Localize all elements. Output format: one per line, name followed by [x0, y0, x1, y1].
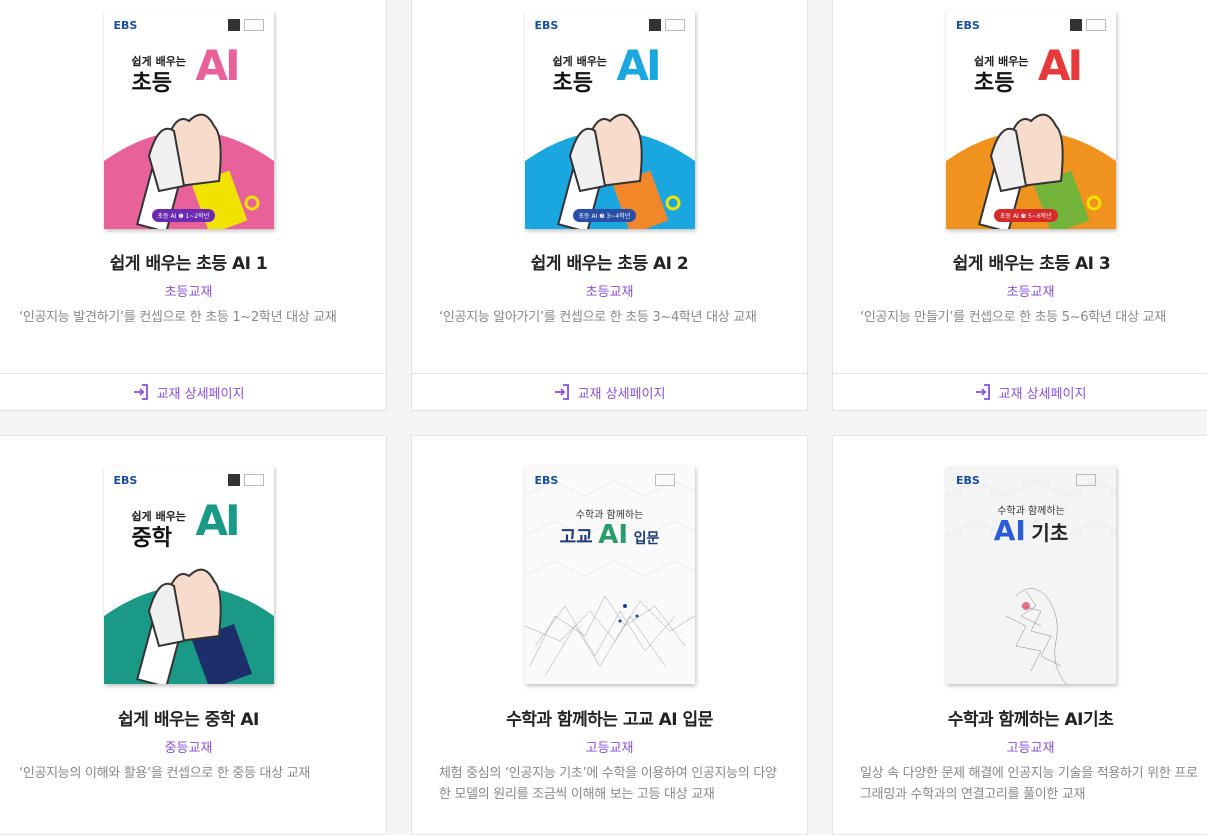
login-arrow-icon	[554, 384, 569, 400]
login-arrow-icon	[133, 384, 148, 400]
book-category: 초등교재	[164, 285, 213, 300]
book-category: 고등교재	[1006, 741, 1055, 756]
book-cover-image[interactable]: EBS 쉽게 배우는 초등 AI 초등 AI ❸ 5~6학년	[946, 11, 1116, 229]
qr-code-icon	[227, 19, 240, 31]
book-title[interactable]: 쉽게 배우는 초등 AI 2	[412, 249, 807, 274]
badge-icon	[243, 474, 264, 486]
cover-level: 고교	[559, 527, 593, 548]
book-category: 초등교재	[1006, 285, 1055, 300]
cover-title: AI 기초	[946, 514, 1116, 547]
badge-icon	[1086, 19, 1106, 31]
book-title[interactable]: 쉽게 배우는 초등 AI 1	[0, 249, 386, 274]
cover-grade-badge: 초등 AI ❷ 3~4학년	[572, 209, 637, 222]
cover-level: 중학	[131, 526, 172, 551]
book-description: ‘인공지능 발견하기’를 컨셉으로 한 초등 1~2학년 대상 교재	[19, 310, 337, 325]
book-description: ‘인공지능 만들기’를 컨셉으로 한 초등 5~6학년 대상 교재	[860, 310, 1166, 325]
book-description: ‘인공지능 알아가기’를 컨셉으로 한 초등 3~4학년 대상 교재	[439, 310, 757, 325]
book-cover-image[interactable]: EBS 수학과 함께하는 AI 기초	[946, 466, 1116, 684]
book-card-elem-ai-1[interactable]: EBS 쉽게 배우는 초등 AI 초등 AI ❶ 1~2학년 쉽게 배우는 초등…	[0, 0, 387, 411]
cover-ai: AI	[993, 514, 1026, 547]
cover-suffix: 입문	[633, 531, 660, 547]
qr-code-icon	[227, 474, 240, 486]
book-title[interactable]: 수학과 함께하는 고교 AI 입문	[412, 705, 807, 730]
cover-illustration	[103, 11, 274, 229]
cover-title: 고교 AI 입문	[525, 520, 695, 550]
cover-level: 초등	[974, 71, 1015, 96]
badge-icon	[243, 19, 264, 31]
book-card-elem-ai-2[interactable]: EBS 쉽게 배우는 초등 AI 초등 AI ❷ 3~4학년 쉽게 배우는 초등…	[411, 0, 808, 411]
detail-page-link[interactable]: 교재 상세페이지	[412, 373, 807, 410]
badge-icon	[1076, 474, 1096, 486]
publisher-logo: EBS	[113, 474, 138, 487]
qr-code-icon	[1070, 19, 1082, 31]
cover-illustration	[946, 466, 1116, 684]
cover-ai: AI	[195, 496, 241, 545]
book-title[interactable]: 수학과 함께하는 AI기초	[833, 705, 1207, 730]
book-card-ai-basics[interactable]: EBS 수학과 함께하는 AI 기초 수학과 함께하는 AI기초 고등교재 일상…	[832, 435, 1207, 835]
cover-ai: AI	[616, 41, 662, 90]
cover-level: 초등	[131, 71, 172, 96]
book-category: 고등교재	[585, 741, 634, 756]
book-description: 일상 속 다양한 문제 해결에 인공지능 기술을 적용하기 위한 프로그래밍과 …	[860, 766, 1198, 802]
cover-grade-badge: 초등 AI ❶ 1~2학년	[151, 209, 216, 222]
detail-page-link-label: 교재 상세페이지	[156, 386, 245, 402]
cover-illustration	[103, 466, 274, 684]
book-card-middle-ai[interactable]: EBS 쉽게 배우는 중학 AI 쉽게 배우는 중학 AI 중등교재 ‘인공지능…	[0, 435, 387, 835]
badge-icon	[654, 474, 675, 486]
detail-page-link[interactable]: 교재 상세페이지	[0, 373, 386, 410]
qr-code-icon	[648, 19, 661, 31]
publisher-logo: EBS	[956, 19, 980, 32]
book-description: 체험 중심의 ‘인공지능 기초’에 수학을 이용하여 인공지능의 다양한 모델의…	[439, 766, 777, 802]
book-title[interactable]: 쉽게 배우는 초등 AI 3	[833, 249, 1207, 274]
publisher-logo: EBS	[534, 474, 559, 487]
cover-illustration	[524, 466, 695, 684]
book-description: ‘인공지능의 이해와 활용’을 컨셉으로 한 중등 대상 교재	[19, 766, 311, 781]
publisher-logo: EBS	[956, 474, 980, 487]
book-cover-image[interactable]: EBS 쉽게 배우는 중학 AI	[103, 466, 274, 684]
cover-ai: AI	[195, 41, 241, 90]
cover-illustration	[946, 11, 1116, 229]
book-cover-image[interactable]: EBS 수학과 함께하는 고교 AI 입문	[524, 466, 695, 684]
book-card-elem-ai-3[interactable]: EBS 쉽게 배우는 초등 AI 초등 AI ❸ 5~6학년 쉽게 배우는 초등…	[832, 0, 1207, 411]
cover-ai: AI	[598, 520, 629, 550]
detail-page-link[interactable]: 교재 상세페이지	[833, 373, 1207, 410]
detail-page-link-label: 교재 상세페이지	[577, 386, 666, 402]
book-cover-image[interactable]: EBS 쉽게 배우는 초등 AI 초등 AI ❶ 1~2학년	[103, 11, 274, 229]
cover-grade-badge: 초등 AI ❸ 5~6학년	[994, 209, 1058, 222]
book-card-high-ai-intro[interactable]: EBS 수학과 함께하는 고교 AI 입문 수학과 함께하는 고교 AI 입문 …	[411, 435, 808, 835]
book-category: 중등교재	[164, 741, 213, 756]
badge-icon	[664, 19, 685, 31]
book-cover-image[interactable]: EBS 쉽게 배우는 초등 AI 초등 AI ❷ 3~4학년	[524, 11, 695, 229]
login-arrow-icon	[975, 384, 990, 400]
book-title[interactable]: 쉽게 배우는 중학 AI	[0, 705, 386, 730]
cover-ai: AI	[1038, 41, 1083, 90]
cover-series: 수학과 함께하는	[575, 510, 644, 521]
book-category: 초등교재	[585, 285, 634, 300]
cover-suffix: 기초	[1031, 521, 1069, 545]
cover-level: 초등	[552, 71, 593, 96]
cover-illustration	[524, 11, 695, 229]
publisher-logo: EBS	[534, 19, 559, 32]
publisher-logo: EBS	[113, 19, 138, 32]
detail-page-link-label: 교재 상세페이지	[998, 386, 1087, 402]
